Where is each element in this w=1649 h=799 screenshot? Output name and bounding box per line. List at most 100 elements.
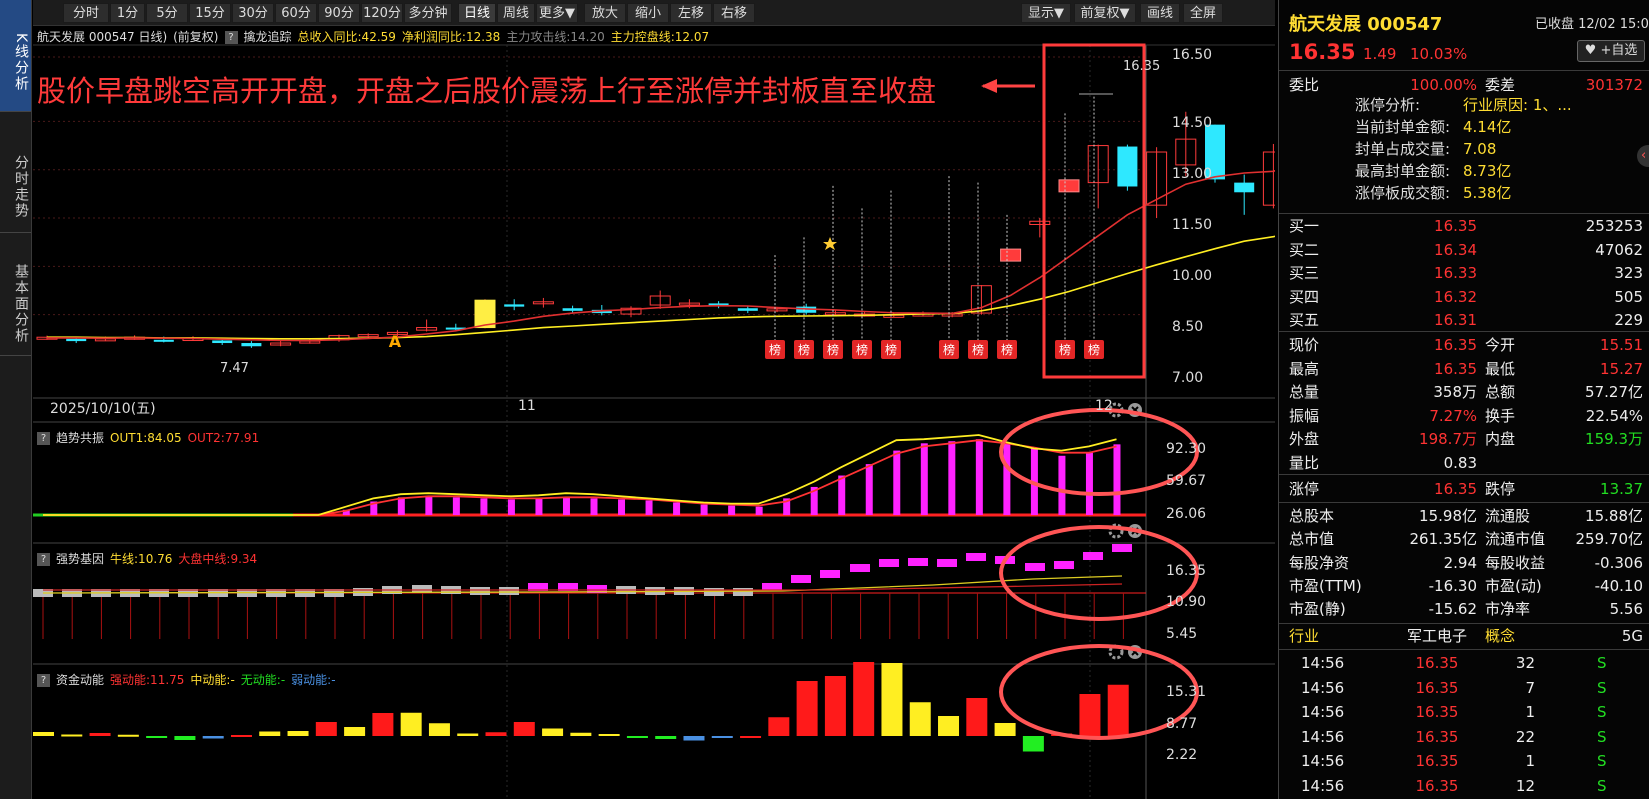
metric-profit: 净利润同比:12.38 bbox=[401, 30, 501, 44]
industry-label[interactable]: 行业 bbox=[1289, 624, 1319, 648]
period-button[interactable]: 15分 bbox=[189, 3, 231, 23]
stat-label: 振幅 bbox=[1289, 406, 1320, 425]
stat-row: 总量 358万 总额 57.27亿 bbox=[1279, 380, 1649, 404]
p1-tick: 26.06 bbox=[1166, 506, 1207, 522]
candle-body bbox=[1058, 179, 1080, 193]
tick-side: S bbox=[1597, 727, 1607, 746]
period-button[interactable]: 放大 bbox=[584, 3, 626, 23]
fund-value: -15.62 bbox=[1428, 600, 1477, 619]
p3-bar bbox=[61, 734, 83, 737]
metric-revenue: 总收入同比:42.59 bbox=[297, 30, 396, 44]
toolbar-button[interactable]: 全屏 bbox=[1183, 3, 1223, 23]
bid-volume: 229 bbox=[1614, 311, 1643, 329]
concept-label[interactable]: 概念 bbox=[1485, 624, 1515, 648]
date-end: 12 bbox=[1095, 398, 1113, 414]
period-button[interactable]: 多分钟 bbox=[404, 3, 452, 23]
tab-fundamentals[interactable]: 基本面分析 bbox=[0, 234, 31, 356]
limit-info-label: 封单占成交量: bbox=[1355, 140, 1451, 158]
fuquan-label: (前复权) bbox=[173, 30, 219, 44]
concept-value[interactable]: 5G bbox=[1559, 624, 1643, 648]
period-toolbar: 分时 1分 5分 15分 30分 60分 90分 120分 多分钟 日线 周线 更多▼ 放大 缩小 左移 右移… bbox=[33, 0, 1275, 26]
p2-marker bbox=[1083, 552, 1103, 560]
p3-bar bbox=[146, 736, 168, 738]
toolbar-button[interactable]: 画线 bbox=[1140, 3, 1180, 23]
period-button[interactable]: 90分 bbox=[318, 3, 360, 23]
help-icon[interactable]: ? bbox=[37, 674, 50, 687]
tick-time: 14:56 bbox=[1301, 654, 1345, 672]
bid-row[interactable]: 买一 16.35 253253 bbox=[1279, 214, 1649, 238]
period-button[interactable]: 5分 bbox=[146, 3, 188, 23]
tick-price: 16.35 bbox=[1415, 752, 1459, 770]
fund-label: 每股收益 bbox=[1485, 553, 1546, 572]
panel1-out1: OUT1:84.05 bbox=[110, 431, 182, 445]
bang-label: 榜 bbox=[1088, 342, 1100, 357]
period-button[interactable]: 更多▼ bbox=[536, 3, 578, 23]
p1-bar bbox=[1058, 455, 1066, 515]
bid-volume: 505 bbox=[1614, 287, 1643, 306]
stat-label: 内盘 bbox=[1485, 430, 1516, 448]
period-button[interactable]: 30分 bbox=[232, 3, 274, 23]
stat-row: 量比 0.83 bbox=[1279, 451, 1649, 475]
p3-bar bbox=[117, 734, 139, 737]
toolbar-button[interactable]: 前复权▼ bbox=[1074, 3, 1136, 23]
tick-price: 16.35 bbox=[1415, 776, 1459, 795]
bid-row[interactable]: 买三 16.33 323 bbox=[1279, 261, 1649, 285]
bid-volume: 323 bbox=[1614, 264, 1643, 282]
help-icon[interactable]: ? bbox=[37, 432, 50, 445]
tick-price: 16.35 bbox=[1415, 654, 1459, 672]
p3-bar bbox=[598, 734, 620, 736]
period-button[interactable]: 分时 bbox=[63, 3, 109, 23]
bid-volume: 47062 bbox=[1595, 240, 1643, 259]
p1-bar bbox=[1003, 443, 1011, 515]
p3-bar bbox=[655, 736, 677, 739]
stat-label: 最低 bbox=[1485, 359, 1516, 378]
period-button[interactable]: 周线 bbox=[497, 3, 535, 23]
fund-value: -0.306 bbox=[1594, 553, 1643, 572]
fund-value: -40.10 bbox=[1594, 576, 1643, 595]
period-button[interactable]: 120分 bbox=[361, 3, 403, 23]
p3-bar bbox=[259, 731, 281, 736]
bid-row[interactable]: 买五 16.31 229 bbox=[1279, 308, 1649, 332]
tab-kline-analysis[interactable]: K线分析 bbox=[0, 0, 31, 112]
period-button[interactable]: 日线 bbox=[458, 3, 496, 23]
y-tick: 8.50 bbox=[1172, 319, 1204, 335]
fund-value: 5.56 bbox=[1609, 600, 1643, 619]
limit-info-value: 行业原因: 1、... bbox=[1463, 96, 1572, 114]
period-button[interactable]: 缩小 bbox=[627, 3, 669, 23]
limit-info-label: 涨停板成交额: bbox=[1355, 184, 1451, 202]
tick-row: 14:56 16.35 7 S bbox=[1279, 676, 1649, 700]
period-button[interactable]: 右移 bbox=[713, 3, 755, 23]
tick-price: 16.35 bbox=[1415, 678, 1459, 697]
candle-body bbox=[153, 339, 174, 342]
limit-info-value: 5.38亿 bbox=[1463, 184, 1512, 202]
industry-row: 行业 军工电子 概念 5G bbox=[1279, 624, 1649, 648]
stat-value: 15.27 bbox=[1600, 359, 1643, 378]
period-button[interactable]: 60分 bbox=[275, 3, 317, 23]
period-button[interactable]: 1分 bbox=[110, 3, 145, 23]
limit-info-label: 最高封单金额: bbox=[1355, 162, 1451, 180]
panel2-header: ? 强势基因 牛线:10.76 大盘中线:9.34 bbox=[37, 550, 263, 568]
industry-value[interactable]: 军工电子 bbox=[1397, 624, 1477, 648]
stat-value: 16.35 bbox=[1434, 336, 1477, 354]
help-icon[interactable]: ? bbox=[37, 553, 50, 566]
stat-label: 总额 bbox=[1485, 383, 1516, 401]
p3-bar bbox=[1079, 694, 1101, 736]
help-icon[interactable]: ? bbox=[224, 31, 238, 44]
star-icon bbox=[823, 237, 837, 250]
p2-marker bbox=[733, 588, 753, 596]
add-watchlist-button[interactable]: ♥ +自选 bbox=[1577, 40, 1645, 62]
tab-intraday[interactable]: 分时走势 bbox=[0, 113, 31, 233]
tick-volume: 22 bbox=[1515, 727, 1535, 746]
period-button[interactable]: 左移 bbox=[670, 3, 712, 23]
p3-bar bbox=[909, 702, 931, 736]
candle-body bbox=[562, 308, 583, 311]
bid-row[interactable]: 买二 16.34 47062 bbox=[1279, 238, 1649, 262]
bid-row[interactable]: 买四 16.32 505 bbox=[1279, 285, 1649, 309]
toolbar-button[interactable]: 显示▼ bbox=[1021, 3, 1071, 23]
stat-value: 7.27% bbox=[1429, 406, 1477, 425]
stock-label: 航天发展 000547 日线) bbox=[37, 30, 168, 44]
fundamental-row: 市盈(静) -15.62 市净率 5.56 bbox=[1279, 597, 1649, 621]
p3-bar bbox=[796, 681, 818, 736]
p3-tick: 15.31 bbox=[1166, 684, 1207, 700]
stat-label: 总量 bbox=[1289, 383, 1320, 401]
